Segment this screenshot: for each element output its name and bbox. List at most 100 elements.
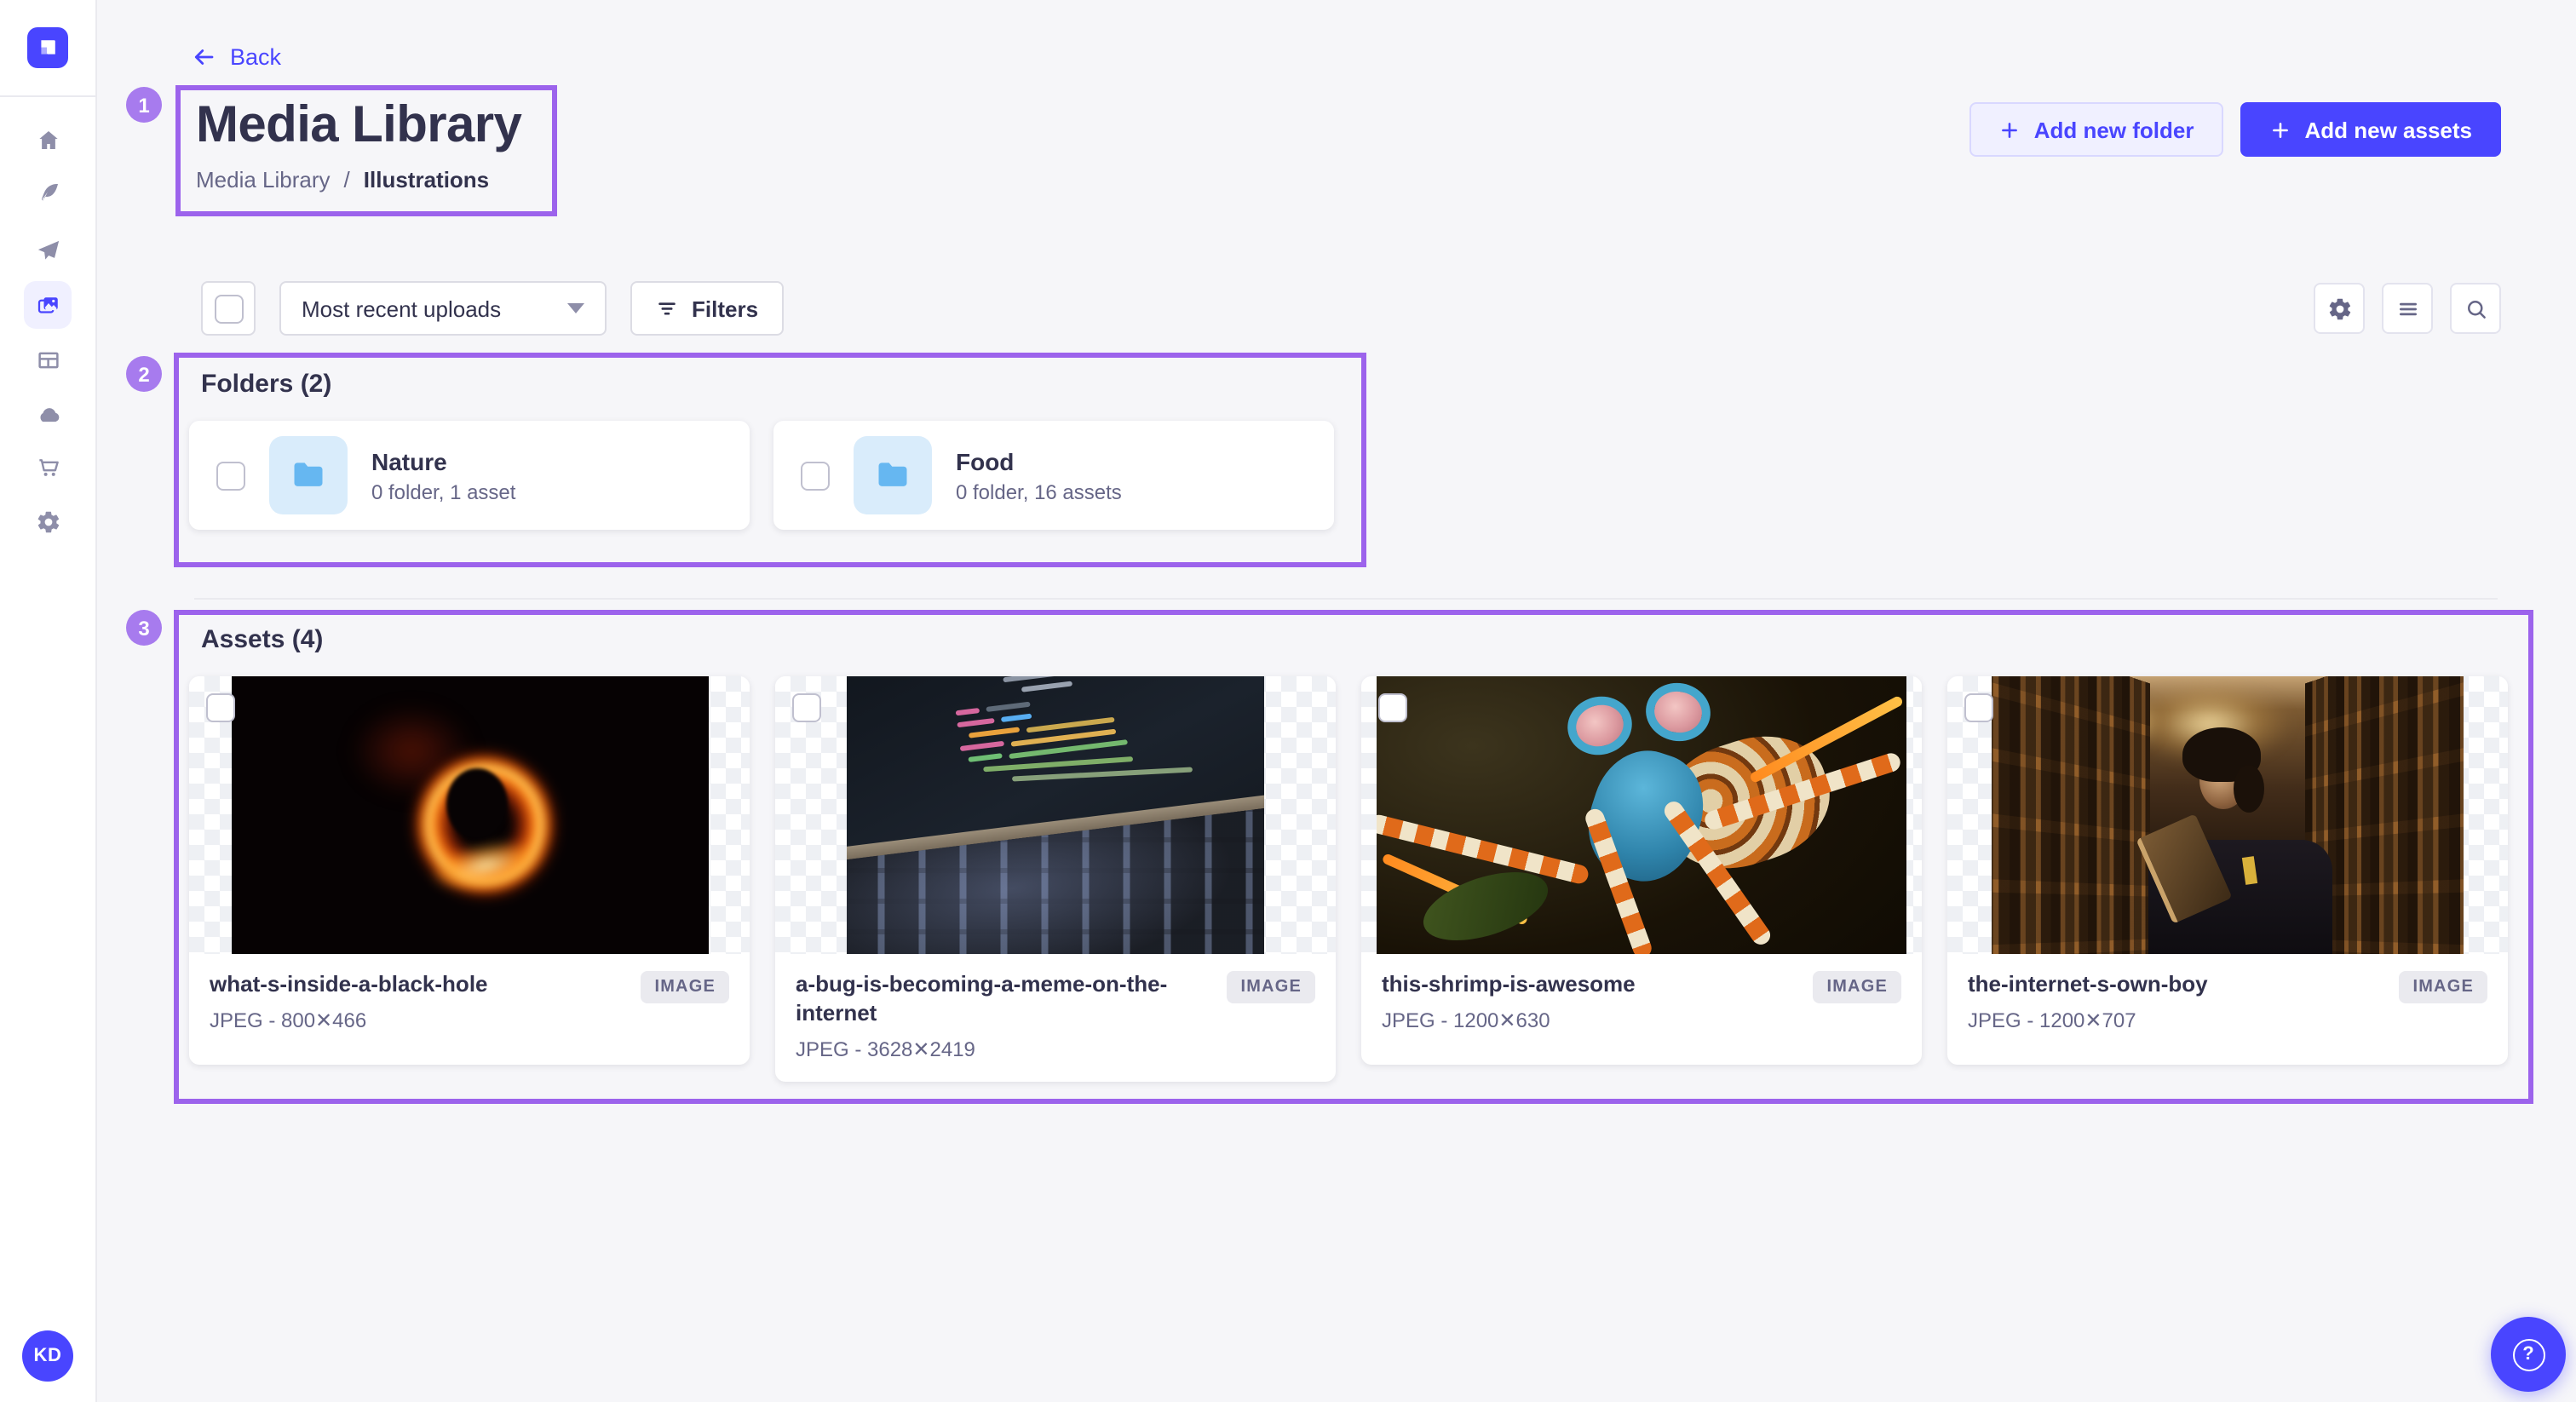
asset-media [775, 676, 1336, 954]
asset-info: this-shrimp-is-awesome JPEG - 1200✕630 [1382, 971, 1636, 1032]
help-button[interactable]: ? [2491, 1317, 2566, 1392]
back-arrow-icon [191, 44, 216, 70]
strapi-logo-icon[interactable] [27, 27, 68, 68]
asset-info: the-internet-s-own-boy JPEG - 1200✕707 [1968, 971, 2208, 1032]
breadcrumb-parent[interactable]: Media Library [196, 166, 331, 192]
sidebar-item-content-type-builder[interactable] [24, 336, 72, 383]
list-icon [2395, 296, 2420, 321]
asset-card[interactable]: a-bug-is-becoming-a-meme-on-the-internet… [775, 676, 1336, 1082]
asset-card[interactable]: the-internet-s-own-boy JPEG - 1200✕707 I… [1947, 676, 2508, 1065]
feather-icon [35, 180, 60, 205]
annotation-step-1: 1 [126, 87, 162, 123]
folder-tile [854, 436, 932, 514]
sidebar-item-home[interactable] [24, 116, 72, 164]
asset-title: this-shrimp-is-awesome [1382, 971, 1636, 1000]
select-all-checkbox[interactable] [214, 294, 243, 323]
folder-name: Food [956, 447, 1122, 474]
select-all-container [201, 281, 256, 336]
list-view-button[interactable] [2382, 283, 2433, 334]
search-icon [2463, 296, 2488, 321]
asset-type-badge: IMAGE [1813, 971, 1901, 1003]
home-icon [35, 127, 60, 152]
asset-card[interactable]: this-shrimp-is-awesome JPEG - 1200✕630 I… [1361, 676, 1922, 1065]
folder-checkbox[interactable] [216, 461, 245, 490]
header-actions: Add new folder Add new assets [1969, 102, 2501, 157]
asset-meta: JPEG - 1200✕707 [1968, 1008, 2208, 1032]
breadcrumb-separator: / [344, 166, 350, 192]
asset-media [1947, 676, 2508, 954]
page-title: Media Library [196, 97, 547, 154]
annotation-step-3: 3 [126, 610, 162, 646]
asset-meta: JPEG - 1200✕630 [1382, 1008, 1636, 1032]
asset-info: what-s-inside-a-black-hole JPEG - 800✕46… [210, 971, 488, 1032]
asset-thumbnail-laptop-code-photo [847, 676, 1264, 954]
asset-checkbox[interactable] [792, 693, 821, 722]
sidebar: KD [0, 0, 97, 1402]
asset-title: what-s-inside-a-black-hole [210, 971, 488, 1000]
asset-checkbox[interactable] [1964, 693, 1993, 722]
view-tools [2314, 283, 2501, 334]
folder-icon [874, 457, 911, 494]
user-avatar[interactable]: KD [22, 1330, 73, 1382]
sidebar-item-marketplace[interactable] [24, 443, 72, 491]
asset-type-badge: IMAGE [2399, 971, 2487, 1003]
asset-title: the-internet-s-own-boy [1968, 971, 2208, 1000]
section-divider [194, 598, 2498, 600]
asset-card[interactable]: what-s-inside-a-black-hole JPEG - 800✕46… [189, 676, 750, 1065]
asset-info: a-bug-is-becoming-a-meme-on-the-internet… [796, 971, 1213, 1061]
folder-meta: 0 folder, 1 asset [371, 480, 515, 503]
folder-checkbox[interactable] [801, 461, 830, 490]
sort-dropdown[interactable]: Most recent uploads [279, 281, 607, 336]
asset-checkbox[interactable] [1378, 693, 1407, 722]
asset-title: a-bug-is-becoming-a-meme-on-the-internet [796, 971, 1213, 1029]
breadcrumb: Media Library / Illustrations [196, 166, 547, 192]
folder-meta: 0 folder, 16 assets [956, 480, 1122, 503]
asset-type-badge: IMAGE [1227, 971, 1315, 1003]
asset-footer: the-internet-s-own-boy JPEG - 1200✕707 I… [1947, 954, 2508, 1053]
folder-name: Nature [371, 447, 515, 474]
page-header: Media Library Media Library / Illustrati… [175, 85, 547, 202]
filters-button[interactable]: Filters [630, 281, 784, 336]
paper-plane-icon [35, 238, 60, 263]
asset-checkbox[interactable] [206, 693, 235, 722]
folders-section-title: Folders (2) [201, 370, 331, 399]
back-link[interactable]: Back [191, 44, 281, 70]
assets-section-title: Assets (4) [201, 625, 323, 654]
filter-icon [656, 297, 678, 319]
breadcrumb-current: Illustrations [364, 166, 489, 192]
add-new-folder-button[interactable]: Add new folder [1969, 102, 2223, 157]
settings-view-button[interactable] [2314, 283, 2365, 334]
folder-card-food[interactable]: Food 0 folder, 16 assets [773, 421, 1334, 530]
cloud-icon [35, 401, 60, 427]
sidebar-item-settings[interactable] [24, 497, 72, 545]
folder-info: Food 0 folder, 16 assets [956, 447, 1122, 503]
sidebar-item-deploy[interactable] [24, 390, 72, 438]
asset-thumbnail-library-portrait-photo [1992, 676, 2464, 954]
cart-icon [35, 454, 60, 480]
asset-media [1361, 676, 1922, 954]
folder-card-nature[interactable]: Nature 0 folder, 1 asset [189, 421, 750, 530]
folder-tile [269, 436, 348, 514]
add-new-folder-label: Add new folder [2034, 117, 2194, 142]
plus-icon [1998, 118, 2021, 141]
add-new-assets-button[interactable]: Add new assets [2240, 102, 2501, 157]
asset-thumbnail-black-hole-photo [231, 676, 708, 954]
layout-icon [35, 347, 60, 372]
sidebar-divider [0, 95, 95, 97]
back-label: Back [230, 44, 281, 70]
sidebar-item-media-library[interactable] [24, 281, 72, 329]
asset-footer: what-s-inside-a-black-hole JPEG - 800✕46… [189, 954, 750, 1053]
annotation-step-2: 2 [126, 356, 162, 392]
add-new-assets-label: Add new assets [2304, 117, 2472, 142]
sort-value: Most recent uploads [302, 296, 501, 321]
folder-icon [290, 457, 327, 494]
asset-footer: this-shrimp-is-awesome JPEG - 1200✕630 I… [1361, 954, 1922, 1053]
question-mark-icon: ? [2512, 1338, 2544, 1370]
asset-thumbnail-mantis-shrimp-photo [1377, 676, 1906, 954]
search-button[interactable] [2450, 283, 2501, 334]
sidebar-item-releases[interactable] [24, 227, 72, 274]
sidebar-item-content-manager[interactable] [24, 169, 72, 216]
images-icon [35, 292, 60, 318]
gear-icon [35, 509, 60, 534]
app-root: KD Back Media Library Media Library / Il… [0, 0, 2576, 1402]
